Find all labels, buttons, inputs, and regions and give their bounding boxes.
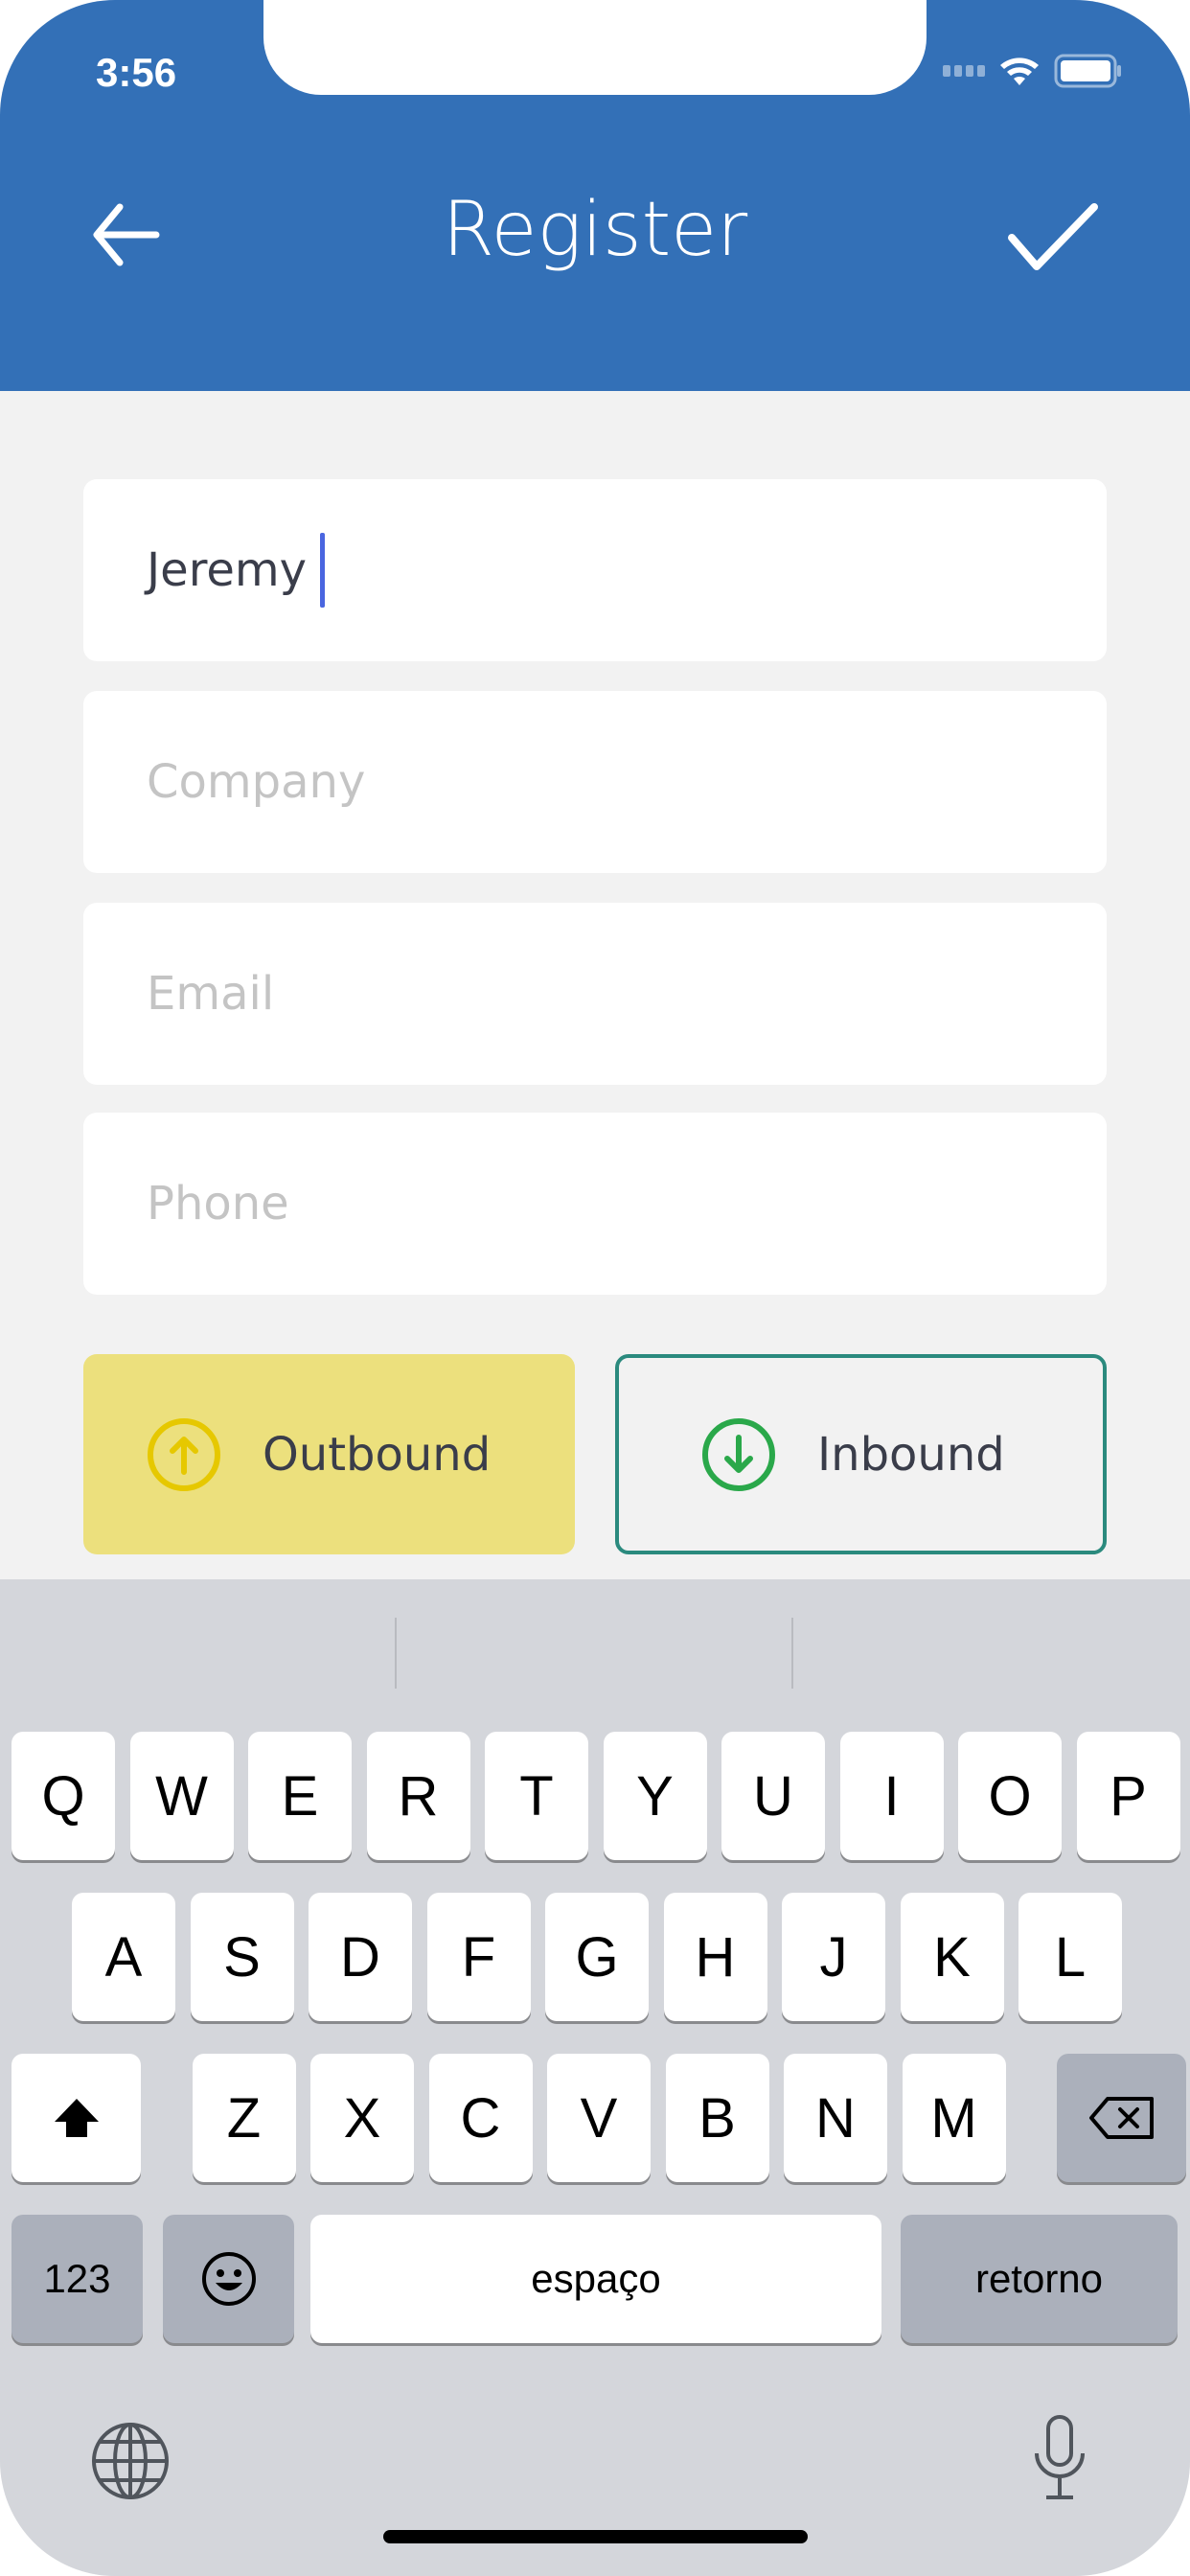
key-g[interactable]: G <box>545 1893 649 2021</box>
arrow-up-circle-icon <box>148 1417 220 1491</box>
key-n[interactable]: N <box>784 2054 887 2182</box>
globe-icon[interactable] <box>90 2421 171 2501</box>
key-h[interactable]: H <box>663 1893 767 2021</box>
space-key[interactable]: espaço <box>310 2215 881 2343</box>
key-z[interactable]: Z <box>192 2054 296 2182</box>
key-row-3: ZXCVBNM <box>11 2054 1186 2182</box>
phone-placeholder: Phone <box>147 1177 289 1230</box>
delete-key[interactable] <box>1057 2054 1186 2182</box>
key-y[interactable]: Y <box>603 1732 707 1860</box>
app-header: 3:56 Register <box>0 0 1190 391</box>
backspace-icon <box>1088 2097 1154 2139</box>
key-r[interactable]: R <box>366 1732 470 1860</box>
key-f[interactable]: F <box>426 1893 531 2021</box>
outbound-label: Outbound <box>263 1427 492 1482</box>
key-k[interactable]: K <box>900 1893 1004 2021</box>
key-q[interactable]: Q <box>11 1732 115 1860</box>
checkmark-icon <box>1008 203 1098 270</box>
emoji-key[interactable] <box>163 2215 294 2343</box>
outbound-button[interactable]: Outbound <box>83 1354 575 1554</box>
notch <box>263 0 927 95</box>
key-b[interactable]: B <box>665 2054 769 2182</box>
key-v[interactable]: V <box>547 2054 651 2182</box>
key-d[interactable]: D <box>309 1893 412 2021</box>
key-x[interactable]: X <box>310 2054 414 2182</box>
confirm-button[interactable] <box>1006 201 1102 277</box>
key-s[interactable]: S <box>190 1893 294 2021</box>
battery-icon <box>1054 54 1121 88</box>
screen: 3:56 Register Jeremy Company Email Phone… <box>0 0 1190 2576</box>
status-time: 3:56 <box>96 50 177 95</box>
home-indicator <box>383 2530 808 2543</box>
microphone-icon[interactable] <box>1033 2413 1087 2501</box>
return-key[interactable]: retorno <box>901 2215 1178 2343</box>
key-o[interactable]: O <box>958 1732 1062 1860</box>
inbound-button[interactable]: Inbound <box>615 1354 1107 1554</box>
key-a[interactable]: A <box>72 1893 175 2021</box>
key-u[interactable]: U <box>721 1732 825 1860</box>
company-placeholder: Company <box>147 755 366 809</box>
suggestion-divider <box>791 1618 793 1689</box>
name-value: Jeremy <box>147 543 308 597</box>
letter-keys: ZXCVBNM <box>192 2054 1006 2182</box>
keyboard: QWERTYUIOP ASDFGHJKL ZXCVBNM 123 espaço … <box>0 1579 1190 2576</box>
cellular-signal-icon <box>943 65 985 77</box>
key-row-4: 123 espaço retorno <box>11 2215 1178 2343</box>
key-t[interactable]: T <box>485 1732 588 1860</box>
key-m[interactable]: M <box>902 2054 1006 2182</box>
key-i[interactable]: I <box>839 1732 944 1860</box>
arrow-down-circle-icon <box>702 1417 775 1491</box>
key-row-2: ASDFGHJKL <box>72 1893 1122 2021</box>
status-icons <box>943 54 1123 88</box>
email-placeholder: Email <box>147 967 275 1021</box>
shift-key[interactable] <box>11 2054 141 2182</box>
key-c[interactable]: C <box>428 2054 533 2182</box>
company-input[interactable]: Company <box>83 691 1107 873</box>
key-e[interactable]: E <box>248 1732 352 1860</box>
emoji-icon <box>201 2252 256 2306</box>
text-cursor <box>320 533 326 608</box>
key-l[interactable]: L <box>1018 1893 1122 2021</box>
wifi-icon <box>1000 58 1039 85</box>
key-row-1: QWERTYUIOP <box>11 1732 1180 1860</box>
email-input[interactable]: Email <box>83 903 1107 1085</box>
inbound-label: Inbound <box>817 1427 1005 1482</box>
numbers-key[interactable]: 123 <box>11 2215 143 2343</box>
suggestion-divider <box>395 1618 397 1689</box>
key-j[interactable]: J <box>782 1893 885 2021</box>
key-w[interactable]: W <box>129 1732 234 1860</box>
phone-input[interactable]: Phone <box>83 1113 1107 1295</box>
name-input[interactable]: Jeremy <box>83 479 1107 661</box>
key-p[interactable]: P <box>1076 1732 1180 1860</box>
shift-icon <box>54 2099 99 2137</box>
